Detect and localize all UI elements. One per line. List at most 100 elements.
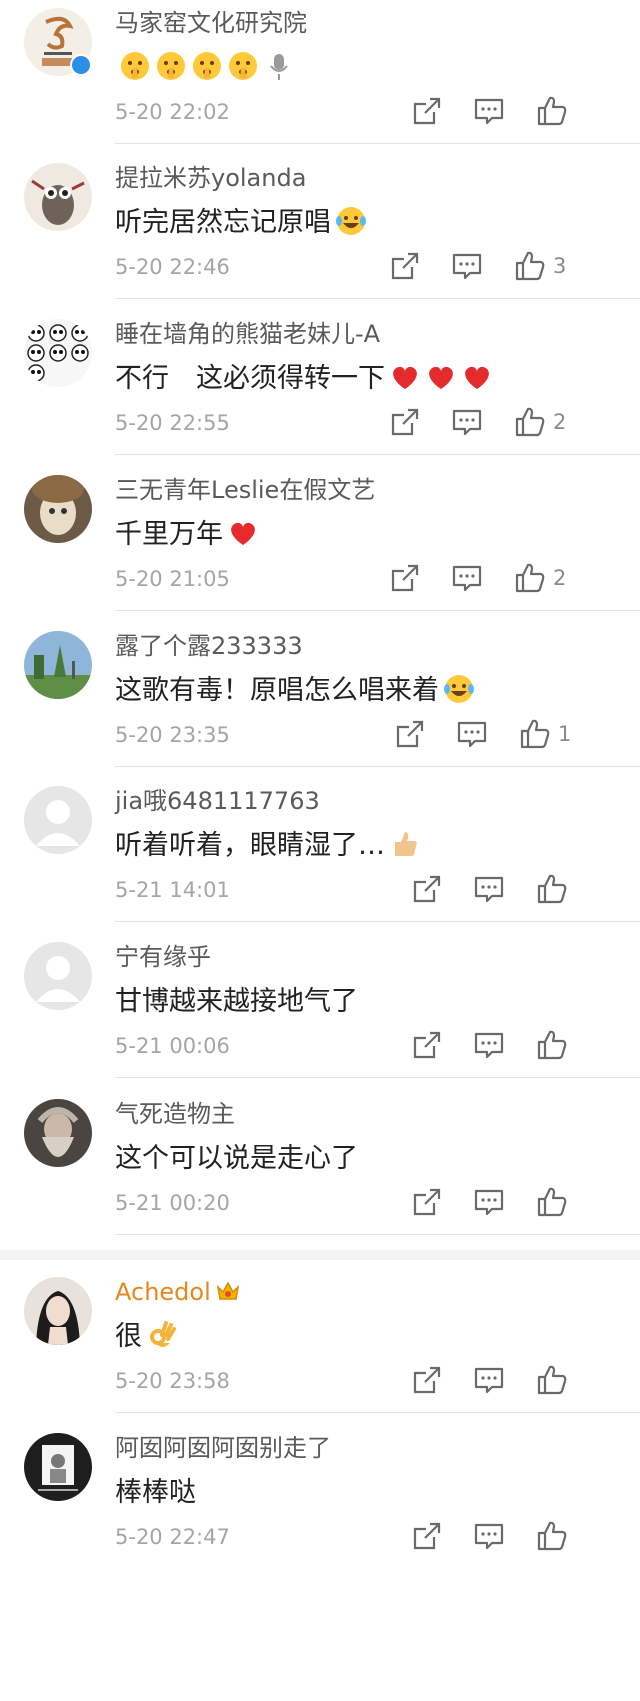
avatar-image bbox=[24, 319, 92, 387]
comment-icon[interactable] bbox=[472, 872, 506, 906]
share-icon[interactable] bbox=[410, 1519, 444, 1553]
comment-text: 听着听着，眼睛湿了… bbox=[115, 826, 421, 872]
avatar[interactable] bbox=[24, 475, 92, 543]
verified-badge-icon bbox=[70, 54, 92, 76]
timestamp: 5-20 23:58 bbox=[115, 1369, 230, 1393]
share-icon[interactable] bbox=[388, 561, 422, 595]
share-icon[interactable] bbox=[388, 405, 422, 439]
comment-text: 听完居然忘记原唱 bbox=[115, 203, 367, 249]
avatar-image bbox=[24, 1277, 92, 1345]
username-text: 提拉米苏yolanda bbox=[115, 164, 307, 192]
username[interactable]: 三无青年Leslie在假文艺 bbox=[115, 475, 375, 505]
comment-text-body: 不行 这必须得转一下 bbox=[115, 363, 385, 394]
share-icon[interactable] bbox=[388, 249, 422, 283]
like-icon[interactable] bbox=[535, 1519, 569, 1553]
username[interactable]: 睡在墙角的熊猫老妹儿-A bbox=[115, 319, 380, 349]
like-icon[interactable] bbox=[535, 1363, 569, 1397]
comment-icon[interactable] bbox=[450, 561, 484, 595]
shush-face-icon bbox=[191, 50, 223, 94]
share-icon[interactable] bbox=[393, 717, 427, 751]
comment-item: 阿囡阿囡阿囡别走了 棒棒哒 5-20 22:47 bbox=[0, 1425, 640, 1575]
divider bbox=[115, 921, 640, 922]
avatar-image bbox=[24, 1099, 92, 1167]
username-text: Achedol bbox=[115, 1278, 211, 1306]
username[interactable]: 宁有缘乎 bbox=[115, 942, 211, 972]
username-text: 三无青年Leslie在假文艺 bbox=[115, 476, 376, 504]
comment-icon[interactable] bbox=[472, 1363, 506, 1397]
username[interactable]: Achedol bbox=[115, 1277, 241, 1310]
comment-item: jia哦6481117763 听着听着，眼睛湿了… 5-21 14:01 bbox=[0, 778, 640, 928]
comment-item: 宁有缘乎 甘博越来越接地气了 5-21 00:06 bbox=[0, 934, 640, 1084]
timestamp: 5-20 23:35 bbox=[115, 723, 230, 747]
comment-text: 很 bbox=[115, 1317, 178, 1363]
timestamp: 5-20 22:02 bbox=[115, 100, 230, 124]
divider bbox=[115, 454, 640, 455]
comment-list: 马家窑文化研究院 5-20 22:02 提拉米苏yolanda 听完居然忘记原唱 5-… bbox=[0, 0, 640, 1701]
username[interactable]: 提拉米苏yolanda bbox=[115, 163, 306, 193]
comment-text: 千里万年 bbox=[115, 515, 259, 561]
share-icon[interactable] bbox=[410, 1185, 444, 1219]
share-icon[interactable] bbox=[410, 94, 444, 128]
avatar[interactable] bbox=[24, 319, 92, 387]
comment-text-body: 棒棒哒 bbox=[115, 1477, 196, 1508]
avatar[interactable] bbox=[24, 163, 92, 231]
comment-icon[interactable] bbox=[472, 94, 506, 128]
comment-icon[interactable] bbox=[472, 1519, 506, 1553]
comment-icon[interactable] bbox=[450, 249, 484, 283]
divider bbox=[115, 610, 640, 611]
divider bbox=[115, 1412, 640, 1413]
comment-text-body: 很 bbox=[115, 1321, 142, 1352]
avatar[interactable] bbox=[24, 786, 92, 854]
share-icon[interactable] bbox=[410, 1363, 444, 1397]
share-icon[interactable] bbox=[410, 1028, 444, 1062]
username-text: 气死造物主 bbox=[115, 1100, 235, 1128]
like-icon[interactable] bbox=[513, 249, 547, 283]
avatar[interactable] bbox=[24, 1277, 92, 1345]
shush-face-icon bbox=[155, 50, 187, 94]
comment-text bbox=[115, 48, 295, 94]
username[interactable]: jia哦6481117763 bbox=[115, 786, 320, 816]
username[interactable]: 马家窑文化研究院 bbox=[115, 8, 307, 38]
like-count: 2 bbox=[553, 566, 567, 590]
username[interactable]: 露了个露233333 bbox=[115, 631, 303, 661]
microphone-icon bbox=[263, 50, 295, 94]
avatar-image bbox=[24, 942, 92, 1010]
crown-badge-icon bbox=[215, 1279, 241, 1310]
timestamp: 5-20 21:05 bbox=[115, 567, 230, 591]
like-count: 2 bbox=[553, 410, 567, 434]
comment-text: 这歌有毒！原唱怎么唱来着 bbox=[115, 671, 475, 717]
comment-icon[interactable] bbox=[455, 717, 489, 751]
comment-icon[interactable] bbox=[450, 405, 484, 439]
tears-of-joy-face-icon bbox=[335, 205, 367, 249]
like-icon[interactable] bbox=[513, 561, 547, 595]
username-text: 睡在墙角的熊猫老妹儿-A bbox=[115, 320, 381, 348]
username[interactable]: 阿囡阿囡阿囡别走了 bbox=[115, 1433, 331, 1463]
comment-item: 马家窑文化研究院 5-20 22:02 bbox=[0, 0, 640, 150]
like-icon[interactable] bbox=[535, 1185, 569, 1219]
avatar[interactable] bbox=[24, 1433, 92, 1501]
section-gap bbox=[0, 1250, 640, 1260]
timestamp: 5-20 22:47 bbox=[115, 1525, 230, 1549]
like-icon[interactable] bbox=[535, 1028, 569, 1062]
comment-item: 提拉米苏yolanda 听完居然忘记原唱 5-20 22:46 3 bbox=[0, 155, 640, 305]
avatar[interactable] bbox=[24, 631, 92, 699]
red-heart-icon bbox=[389, 361, 421, 405]
comment-text-body: 这个可以说是走心了 bbox=[115, 1143, 358, 1174]
avatar[interactable] bbox=[24, 1099, 92, 1167]
username[interactable]: 气死造物主 bbox=[115, 1099, 235, 1129]
ok-hand-icon bbox=[146, 1319, 178, 1363]
timestamp: 5-20 22:46 bbox=[115, 255, 230, 279]
comment-item: Achedol 很 5-20 23:58 bbox=[0, 1269, 640, 1419]
comment-icon[interactable] bbox=[472, 1028, 506, 1062]
avatar[interactable] bbox=[24, 942, 92, 1010]
divider bbox=[115, 1234, 640, 1235]
like-icon[interactable] bbox=[535, 872, 569, 906]
username-text: jia哦6481117763 bbox=[115, 787, 320, 815]
like-icon[interactable] bbox=[518, 717, 552, 751]
like-icon[interactable] bbox=[535, 94, 569, 128]
like-icon[interactable] bbox=[513, 405, 547, 439]
comment-icon[interactable] bbox=[472, 1185, 506, 1219]
comment-text: 这个可以说是走心了 bbox=[115, 1139, 358, 1179]
share-icon[interactable] bbox=[410, 872, 444, 906]
tears-of-joy-face-icon bbox=[443, 673, 475, 717]
